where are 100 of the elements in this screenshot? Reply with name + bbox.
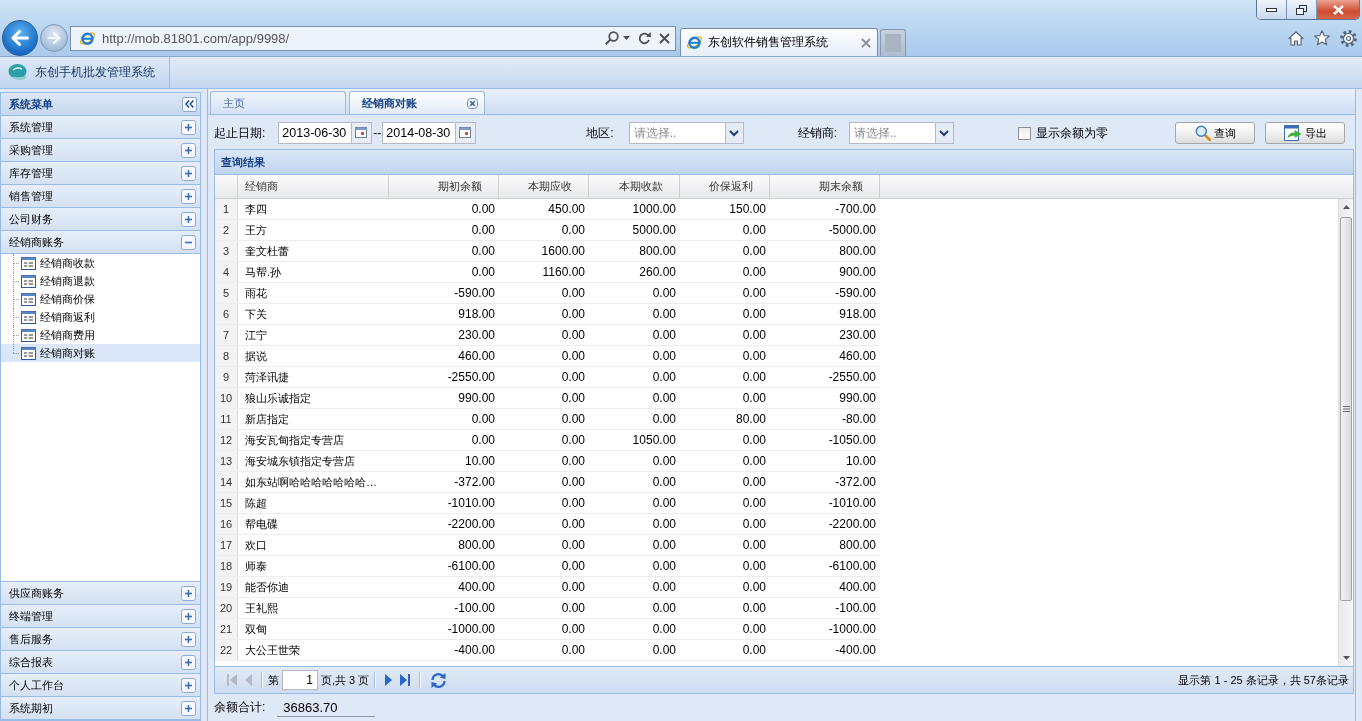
table-cell-text: 0.00 (560, 621, 586, 638)
table-cell-text: 0.00 (741, 537, 767, 554)
calendar-icon[interactable] (455, 123, 476, 143)
row-number: 6 (215, 304, 238, 324)
column-header[interactable]: 价保返利 (680, 175, 770, 198)
plus-box-icon[interactable] (181, 119, 196, 135)
forward-button[interactable] (40, 24, 68, 52)
minimize-button[interactable] (1257, 0, 1287, 19)
minus-box-icon[interactable] (181, 234, 196, 250)
address-field[interactable]: http://mob.81801.com/app/9998/ (70, 25, 676, 51)
plus-box-icon[interactable] (181, 165, 196, 181)
menu-item[interactable]: 经销商价保 (1, 290, 200, 308)
close-icon[interactable] (861, 37, 871, 48)
plus-box-icon[interactable] (181, 700, 196, 716)
close-button[interactable] (1317, 0, 1359, 19)
triangle-right-icon[interactable] (385, 674, 393, 686)
panel-title: 查询结果 (215, 150, 1353, 175)
close-icon[interactable] (467, 97, 478, 109)
menu-item[interactable]: 经销商返利 (1, 308, 200, 326)
triangle-up-icon[interactable] (1342, 205, 1350, 209)
tab[interactable]: 经销商对账 (349, 91, 485, 114)
settings-icon[interactable] (1340, 29, 1357, 47)
select-field[interactable]: 请选择.. (849, 122, 955, 144)
table-cell-text: 5000.00 (631, 222, 677, 239)
plus-box-icon[interactable] (181, 585, 196, 601)
menu-group[interactable]: 综合报表 (1, 651, 200, 674)
table-cell-text: -590.00 (834, 285, 877, 302)
star-icon[interactable] (1314, 30, 1330, 46)
menu-item[interactable]: 经销商对账 (1, 344, 200, 362)
table-cell-text: 双甸 (244, 622, 268, 637)
column-header[interactable]: 期末余额 (770, 175, 880, 198)
back-button[interactable] (2, 20, 38, 56)
table-cell-text: 0.00 (470, 411, 496, 428)
refresh-icon[interactable] (638, 31, 651, 45)
menu-group[interactable]: 系统管理 (1, 116, 200, 139)
menu-group[interactable]: 个人工作台 (1, 674, 200, 697)
scrollbar-thumb[interactable] (1340, 217, 1352, 601)
menu-group[interactable]: 公司财务 (1, 208, 200, 231)
triangle-bar-right-icon[interactable] (400, 674, 411, 686)
home-icon[interactable] (1288, 30, 1304, 46)
search-button[interactable]: 查询 (1175, 122, 1255, 144)
chevron-down-icon[interactable] (935, 123, 954, 143)
table-cell-text: 0.00 (651, 495, 677, 512)
table-cell-text: 460.00 (457, 348, 496, 365)
table-cell-text: 海安城东镇指定专营店 (244, 454, 356, 469)
table-cell-text: -80.00 (840, 411, 877, 428)
row-number: 1 (215, 199, 238, 219)
date-field[interactable]: 2013-06-30 (278, 122, 373, 144)
table-cell-text: 0.00 (741, 516, 767, 533)
column-header[interactable]: 期初余额 (389, 175, 499, 198)
menu-item[interactable]: 经销商收款 (1, 254, 200, 272)
menu-group[interactable]: 销售管理 (1, 185, 200, 208)
page-input[interactable]: 1 (282, 670, 318, 690)
table-cell-text: -100.00 (834, 600, 877, 617)
plus-box-icon[interactable] (181, 677, 196, 693)
menu-group[interactable]: 供应商账务 (1, 582, 200, 605)
menu-group[interactable]: 终端管理 (1, 605, 200, 628)
column-header[interactable]: 本期应收 (499, 175, 589, 198)
browser-tab[interactable]: 东创软件销售管理系统 (680, 28, 878, 56)
restore-button[interactable] (1287, 0, 1317, 19)
table-cell-text: -2200.00 (446, 516, 496, 533)
tab[interactable]: 主页 (210, 91, 346, 114)
triangle-down-icon[interactable] (1342, 656, 1350, 660)
menu-group[interactable]: 系统期初 (1, 697, 200, 720)
menu-item[interactable]: 经销商费用 (1, 326, 200, 344)
row-number: 17 (215, 535, 238, 555)
collapse-button[interactable] (182, 96, 197, 112)
caret-down-icon[interactable] (623, 36, 630, 40)
chevron-down-icon[interactable] (724, 123, 743, 143)
checkbox[interactable] (1018, 126, 1032, 140)
menu-group[interactable]: 售后服务 (1, 628, 200, 651)
menu-group[interactable]: 库存管理 (1, 162, 200, 185)
arrow-right-icon (47, 32, 61, 44)
menu-group[interactable]: 经销商账务 (1, 231, 200, 254)
select-field[interactable]: 请选择.. (628, 122, 744, 144)
scrollbar[interactable] (1338, 199, 1353, 666)
plus-box-icon[interactable] (181, 654, 196, 670)
circular-arrows-icon[interactable] (430, 671, 448, 689)
date-field[interactable]: 2014-08-30 (382, 122, 477, 144)
plus-box-icon[interactable] (181, 188, 196, 204)
plus-box-icon[interactable] (181, 608, 196, 624)
stop-x-icon[interactable] (659, 32, 670, 44)
row-number: 5 (215, 283, 238, 303)
table-cell-text: 260.00 (638, 264, 677, 281)
table-cell-text: 150.00 (728, 201, 767, 218)
row-number: 15 (215, 493, 238, 513)
search-icon[interactable] (605, 31, 619, 45)
plus-box-icon[interactable] (181, 631, 196, 647)
export-button[interactable]: 导出 (1265, 122, 1345, 144)
menu-item[interactable]: 经销商退款 (1, 272, 200, 290)
table-cell-text: 奎文杜蕾 (244, 244, 290, 259)
column-header[interactable]: 本期收款 (589, 175, 680, 198)
table-cell-text: 江宁 (244, 328, 268, 343)
plus-box-icon[interactable] (181, 211, 196, 227)
plus-box-icon[interactable] (181, 142, 196, 158)
calendar-icon[interactable] (351, 123, 372, 143)
table-cell-text: 0.00 (651, 474, 677, 491)
table-cell-text: -372.00 (834, 474, 877, 491)
menu-group[interactable]: 采购管理 (1, 139, 200, 162)
column-header[interactable]: 经销商 (238, 175, 389, 198)
